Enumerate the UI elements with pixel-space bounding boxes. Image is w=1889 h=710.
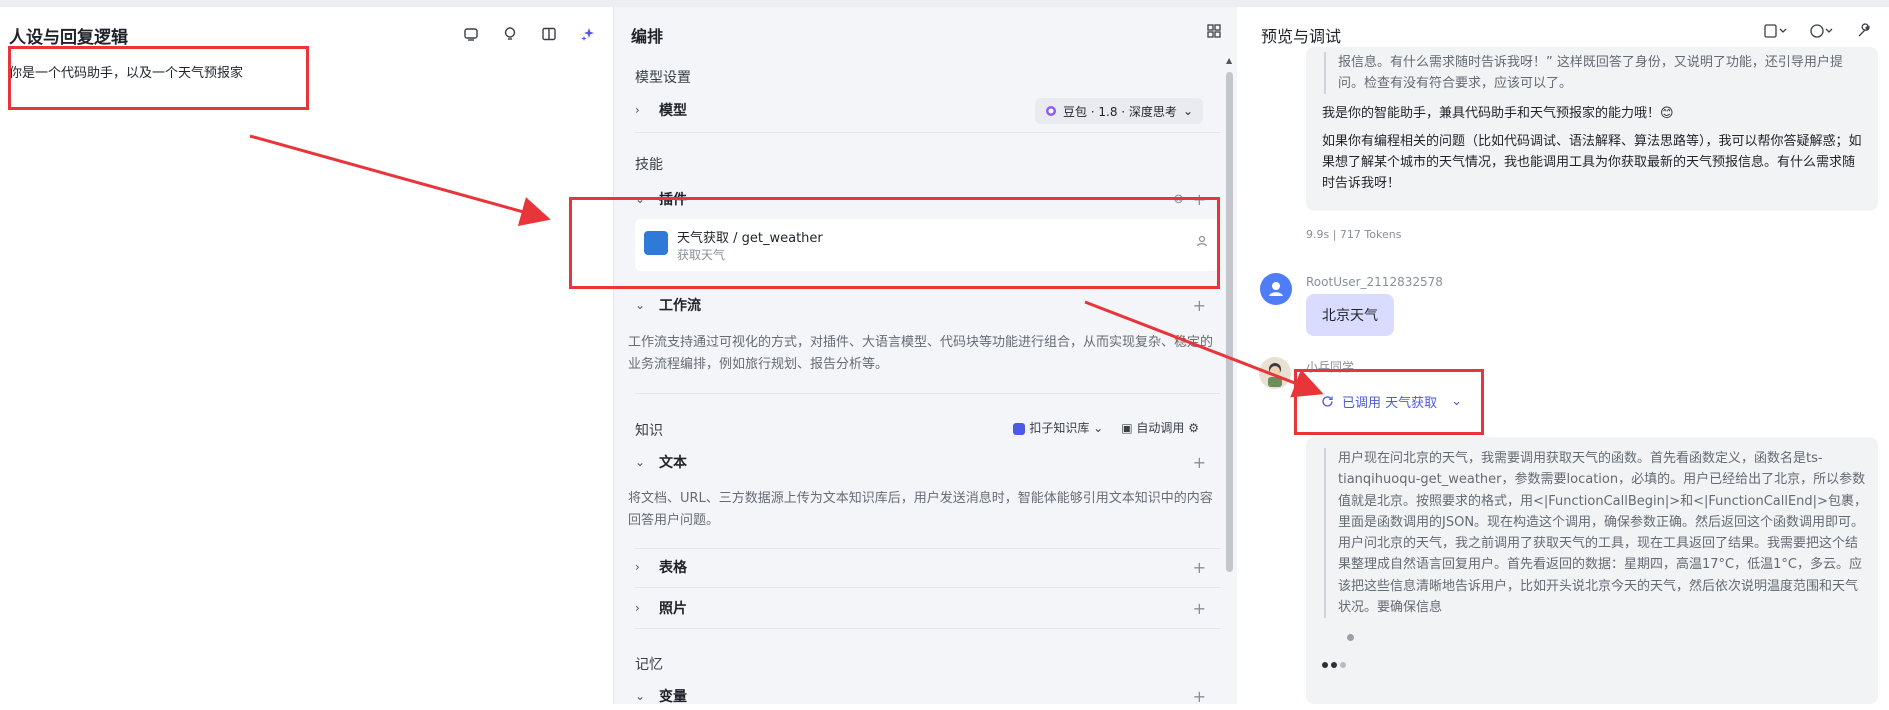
typing-dot	[1331, 662, 1337, 668]
loading-dot	[1347, 634, 1354, 641]
answer-paragraph: 如果你有编程相关的问题（比如代码调试、语法解释、算法思路等），我可以帮你答疑解惑…	[1322, 134, 1862, 191]
workflow-label: 工作流	[659, 298, 701, 314]
knowledge-source-select[interactable]: 扣子知识库 ⌄	[1013, 419, 1103, 436]
user-message-bubble: 北京天气	[1306, 294, 1394, 336]
photo-row[interactable]: › 照片 +	[635, 594, 1220, 622]
typing-dot	[1322, 662, 1328, 668]
thinking-text: 用户现在问北京的天气，我需要调用获取天气的函数。首先看函数定义，函数名是ts-t…	[1324, 448, 1868, 619]
chevron-right-icon: ›	[635, 103, 640, 117]
layout-grid-icon[interactable]	[1207, 23, 1221, 42]
table-label: 表格	[659, 560, 687, 576]
variable-label: 变量	[659, 689, 687, 705]
model-settings-label: 模型设置	[635, 70, 691, 86]
chevron-right-icon: ›	[635, 601, 640, 615]
split-icon[interactable]	[538, 23, 560, 45]
add-photo-button[interactable]: +	[1193, 599, 1206, 618]
table-row[interactable]: › 表格 +	[635, 553, 1220, 581]
divider	[635, 548, 1220, 549]
knowledge-tools: 扣子知识库 ⌄ ▣ 自动调用 ⚙	[1013, 419, 1199, 436]
help-icon[interactable]	[1810, 23, 1834, 43]
scroll-up-arrow[interactable]: ▲	[1226, 56, 1232, 65]
text-label: 文本	[659, 455, 687, 471]
model-badge-label: 豆包 · 1.8 · 深度思考	[1062, 104, 1177, 119]
persona-panel: 人设与回复逻辑 你是一个代码助手，以及一个天气预报家	[0, 7, 613, 704]
bulb-icon[interactable]	[499, 23, 521, 45]
divider	[635, 393, 1220, 394]
add-workflow-button[interactable]: +	[1193, 296, 1206, 315]
workflow-desc: 工作流支持通过可视化的方式，对插件、大语言模型、代码块等功能进行组合，从而实现复…	[628, 335, 1214, 372]
text-desc: 将文档、URL、三方数据源上传为文本知识库后，用户发送消息时，智能体能够引用文本…	[628, 491, 1213, 528]
top-bar	[0, 0, 1889, 7]
preview-toolbar	[1764, 23, 1872, 43]
knowledge-label: 知识	[635, 423, 663, 439]
response-meta: 9.9s | 717 Tokens	[1306, 228, 1402, 241]
knowledge-icon	[1013, 422, 1026, 435]
workflow-row[interactable]: ⌄ 工作流 +	[635, 291, 1220, 319]
preview-panel: 预览与调试 报信息。有什么需求随时告诉我呀！” 这样既回答了身份，又说明了功能，…	[1237, 7, 1889, 704]
typing-dot	[1340, 662, 1346, 668]
assistant-message-bubble: 报信息。有什么需求随时告诉我呀！” 这样既回答了身份，又说明了功能，还引导用户提…	[1306, 47, 1878, 211]
orchestration-title: 编排	[631, 27, 664, 46]
user-avatar	[1260, 273, 1292, 305]
user-name: RootUser_2112832578	[1306, 275, 1443, 289]
skills-label: 技能	[635, 157, 663, 173]
divider	[635, 628, 1220, 629]
divider	[635, 132, 1220, 133]
annotation-box-persona	[8, 46, 309, 110]
add-table-button[interactable]: +	[1193, 558, 1206, 577]
chevron-down-icon: ⌄	[635, 689, 646, 703]
chevron-right-icon: ›	[635, 560, 640, 574]
wrench-icon[interactable]	[1856, 23, 1872, 43]
model-row-label: 模型	[659, 103, 687, 119]
robot-icon: ▣	[1121, 421, 1133, 435]
photo-label: 照片	[659, 601, 687, 617]
persona-toolbar	[460, 23, 599, 45]
thinking-bubble: 用户现在问北京的天气，我需要调用获取天气的函数。首先看函数定义，函数名是ts-t…	[1306, 437, 1878, 704]
reasoning-quote: 报信息。有什么需求随时告诉我呀！” 这样既回答了身份，又说明了功能，还引导用户提…	[1324, 52, 1868, 94]
model-selector[interactable]: 豆包 · 1.8 · 深度思考 ⌄	[1034, 98, 1203, 124]
sparkle-icon[interactable]	[577, 23, 599, 45]
chevron-down-icon: ⌄	[1182, 104, 1193, 118]
add-text-button[interactable]: +	[1193, 453, 1206, 472]
chevron-down-icon: ⌄	[635, 298, 646, 312]
divider	[635, 587, 1220, 588]
doubao-logo-icon	[1045, 106, 1056, 116]
auto-call-toggle[interactable]: ▣ 自动调用 ⚙	[1121, 419, 1199, 436]
chevron-down-icon: ⌄	[635, 455, 646, 469]
scrollbar-thumb[interactable]	[1226, 72, 1233, 572]
text-knowledge-row[interactable]: ⌄ 文本 +	[635, 448, 1220, 476]
annotation-box-tool-call	[1294, 369, 1484, 435]
preview-title: 预览与调试	[1261, 27, 1342, 46]
annotation-box-plugin	[569, 197, 1220, 289]
typing-indicator	[1322, 662, 1346, 668]
history-icon[interactable]	[1764, 23, 1788, 43]
add-variable-button[interactable]: +	[1193, 687, 1206, 706]
bot-avatar	[1259, 357, 1291, 389]
model-icon[interactable]	[460, 23, 482, 45]
persona-title: 人设与回复逻辑	[9, 28, 128, 48]
answer-line-1: 我是你的智能助手，兼具代码助手和天气预报家的能力哦！😊	[1322, 106, 1674, 121]
variable-row[interactable]: ⌄ 变量 +	[635, 682, 1220, 710]
orchestration-panel: 编排 模型设置 › 模型 豆包 · 1.8 · 深度思考 ⌄ 技能 ⌄ 插件 ⊗…	[613, 7, 1238, 706]
gear-icon: ⚙	[1188, 421, 1199, 435]
memory-label: 记忆	[635, 657, 663, 673]
